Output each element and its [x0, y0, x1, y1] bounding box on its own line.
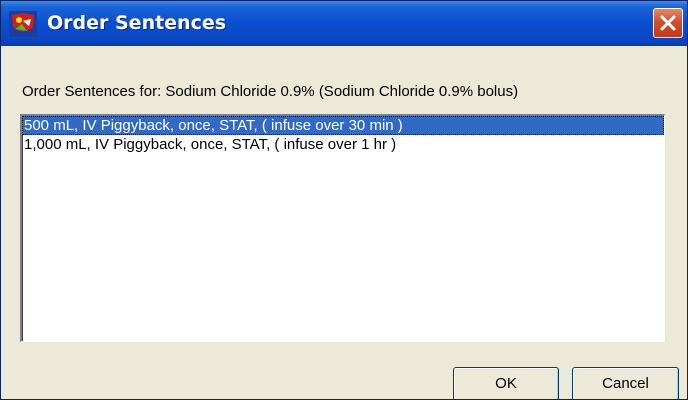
dialog-title: Order Sentences	[47, 12, 227, 34]
app-icon	[9, 11, 37, 37]
list-item-sentence-1[interactable]: 500 mL, IV Piggyback, once, STAT, ( infu…	[22, 116, 664, 135]
cancel-button[interactable]: Cancel	[572, 367, 679, 399]
order-sentences-for-label: Order Sentences for: Sodium Chloride 0.9…	[22, 83, 519, 100]
close-icon	[660, 15, 676, 31]
list-item-sentence-2[interactable]: 1,000 mL, IV Piggyback, once, STAT, ( in…	[22, 135, 664, 154]
ok-button[interactable]: OK	[453, 367, 559, 399]
order-sentences-dialog: Order Sentences Order Sentences for: Sod…	[0, 0, 688, 400]
order-sentences-listbox[interactable]: 500 mL, IV Piggyback, once, STAT, ( infu…	[20, 114, 665, 342]
close-button[interactable]	[653, 8, 683, 38]
title-bar[interactable]: Order Sentences	[1, 1, 687, 46]
